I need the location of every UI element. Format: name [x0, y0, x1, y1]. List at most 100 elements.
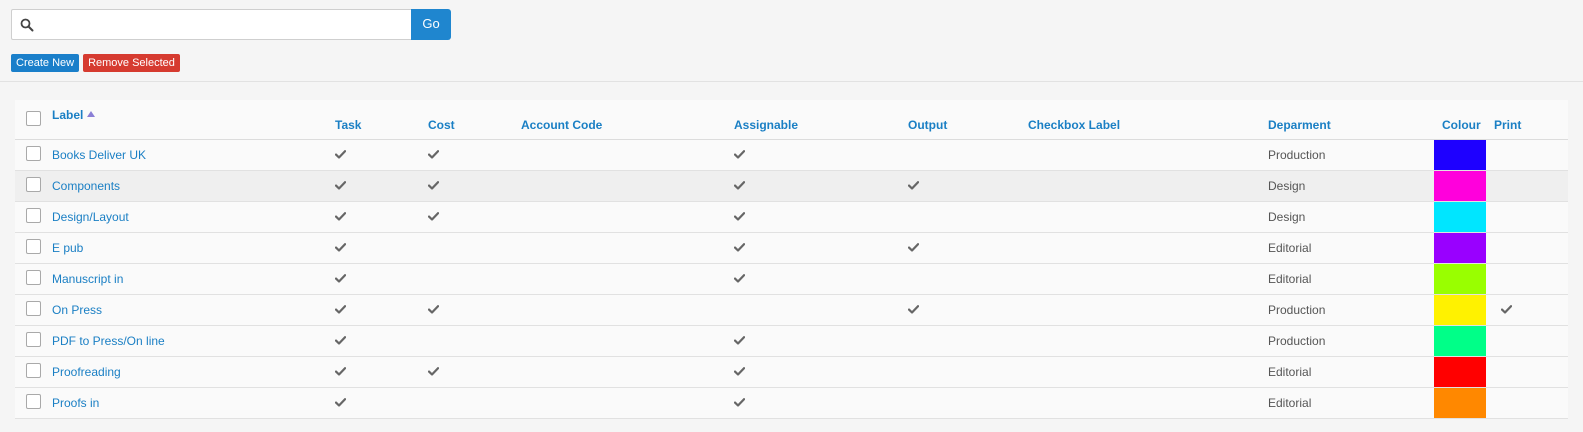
row-checkbox[interactable] [26, 362, 41, 378]
colour-cell [1434, 325, 1494, 357]
check-icon [335, 367, 346, 376]
checkbox-label-cell [1028, 325, 1268, 357]
search-bar: Go [11, 9, 451, 40]
row-checkbox[interactable] [26, 207, 41, 223]
label-cell: Design/Layout [52, 201, 335, 233]
assignable-cell [734, 356, 908, 388]
row-checkbox[interactable] [26, 145, 41, 161]
header-print[interactable]: Print [1494, 100, 1568, 140]
table-row[interactable]: Components Design [15, 170, 1568, 202]
go-button[interactable]: Go [411, 9, 451, 40]
checkbox-label-cell [1028, 294, 1268, 326]
table-row[interactable]: Books Deliver UK Production [15, 139, 1568, 171]
table-row[interactable]: Proofs in Editorial [15, 387, 1568, 419]
header-colour[interactable]: Colour [1434, 100, 1494, 140]
account-code-cell [521, 263, 734, 295]
output-cell [908, 232, 1028, 264]
row-label-link[interactable]: E pub [52, 241, 83, 255]
search-input[interactable] [40, 11, 405, 38]
row-label-link[interactable]: Books Deliver UK [52, 148, 146, 162]
header-checkbox-label[interactable]: Checkbox Label [1028, 100, 1268, 140]
account-code-cell [521, 294, 734, 326]
sort-ascending-icon [87, 111, 96, 117]
assignable-cell [734, 325, 908, 357]
print-cell [1494, 356, 1568, 388]
row-label-link[interactable]: Proofs in [52, 396, 99, 410]
task-cell [335, 139, 428, 171]
header-output[interactable]: Output [908, 100, 1028, 140]
remove-selected-button[interactable]: Remove Selected [83, 54, 180, 72]
colour-cell [1434, 139, 1494, 171]
account-code-cell [521, 325, 734, 357]
table-row[interactable]: Proofreading Editorial [15, 356, 1568, 388]
row-checkbox[interactable] [26, 331, 41, 347]
print-cell [1494, 325, 1568, 357]
row-select-cell [15, 139, 52, 171]
task-cell [335, 387, 428, 419]
row-label-link[interactable]: Manuscript in [52, 272, 123, 286]
data-table: Label Task Cost Account Code Assignable … [15, 100, 1568, 419]
check-icon [734, 150, 745, 159]
header-label[interactable]: Label [52, 100, 335, 140]
header-assignable[interactable]: Assignable [734, 100, 908, 140]
check-icon [908, 305, 919, 314]
label-cell: Components [52, 170, 335, 202]
header-select-all-cell [15, 100, 52, 140]
row-select-cell [15, 325, 52, 357]
output-cell [908, 263, 1028, 295]
row-select-cell [15, 356, 52, 388]
row-checkbox[interactable] [26, 393, 41, 409]
table-row[interactable]: Manuscript in Editorial [15, 263, 1568, 295]
table-row[interactable]: On Press Production [15, 294, 1568, 326]
table-row[interactable]: Design/Layout Design [15, 201, 1568, 233]
colour-swatch [1434, 295, 1486, 325]
row-label-link[interactable]: Proofreading [52, 365, 121, 379]
check-icon [428, 305, 439, 314]
header-cost[interactable]: Cost [428, 100, 521, 140]
table-row[interactable]: PDF to Press/On line Production [15, 325, 1568, 357]
check-icon [428, 181, 439, 190]
header-task[interactable]: Task [335, 100, 428, 140]
row-label-link[interactable]: On Press [52, 303, 102, 317]
select-all-checkbox[interactable] [26, 110, 41, 126]
label-cell: Manuscript in [52, 263, 335, 295]
row-checkbox[interactable] [26, 300, 41, 316]
output-cell [908, 356, 1028, 388]
check-icon [335, 181, 346, 190]
task-cell [335, 170, 428, 202]
output-cell [908, 170, 1028, 202]
row-label-link[interactable]: Design/Layout [52, 210, 129, 224]
check-icon [335, 212, 346, 221]
assignable-cell [734, 139, 908, 171]
create-new-button[interactable]: Create New [11, 54, 80, 72]
header-account-code[interactable]: Account Code [521, 100, 734, 140]
colour-swatch [1434, 202, 1486, 232]
output-cell [908, 201, 1028, 233]
cost-cell [428, 263, 521, 295]
checkbox-label-cell [1028, 170, 1268, 202]
department-cell: Editorial [1268, 263, 1434, 295]
colour-cell [1434, 232, 1494, 264]
task-cell [335, 201, 428, 233]
row-checkbox[interactable] [26, 238, 41, 254]
row-select-cell [15, 387, 52, 419]
row-checkbox[interactable] [26, 269, 41, 285]
assignable-cell [734, 294, 908, 326]
check-icon [734, 336, 745, 345]
task-cell [335, 356, 428, 388]
cost-cell [428, 387, 521, 419]
table-row[interactable]: E pub Editorial [15, 232, 1568, 264]
checkbox-label-cell [1028, 201, 1268, 233]
row-label-link[interactable]: Components [52, 179, 120, 193]
row-checkbox[interactable] [26, 176, 41, 192]
account-code-cell [521, 201, 734, 233]
checkbox-label-cell [1028, 387, 1268, 419]
check-icon [1501, 305, 1512, 314]
label-cell: PDF to Press/On line [52, 325, 335, 357]
row-select-cell [15, 263, 52, 295]
print-cell [1494, 263, 1568, 295]
check-icon [335, 398, 346, 407]
header-department[interactable]: Deparment [1268, 100, 1434, 140]
label-cell: Proofreading [52, 356, 335, 388]
row-label-link[interactable]: PDF to Press/On line [52, 334, 165, 348]
